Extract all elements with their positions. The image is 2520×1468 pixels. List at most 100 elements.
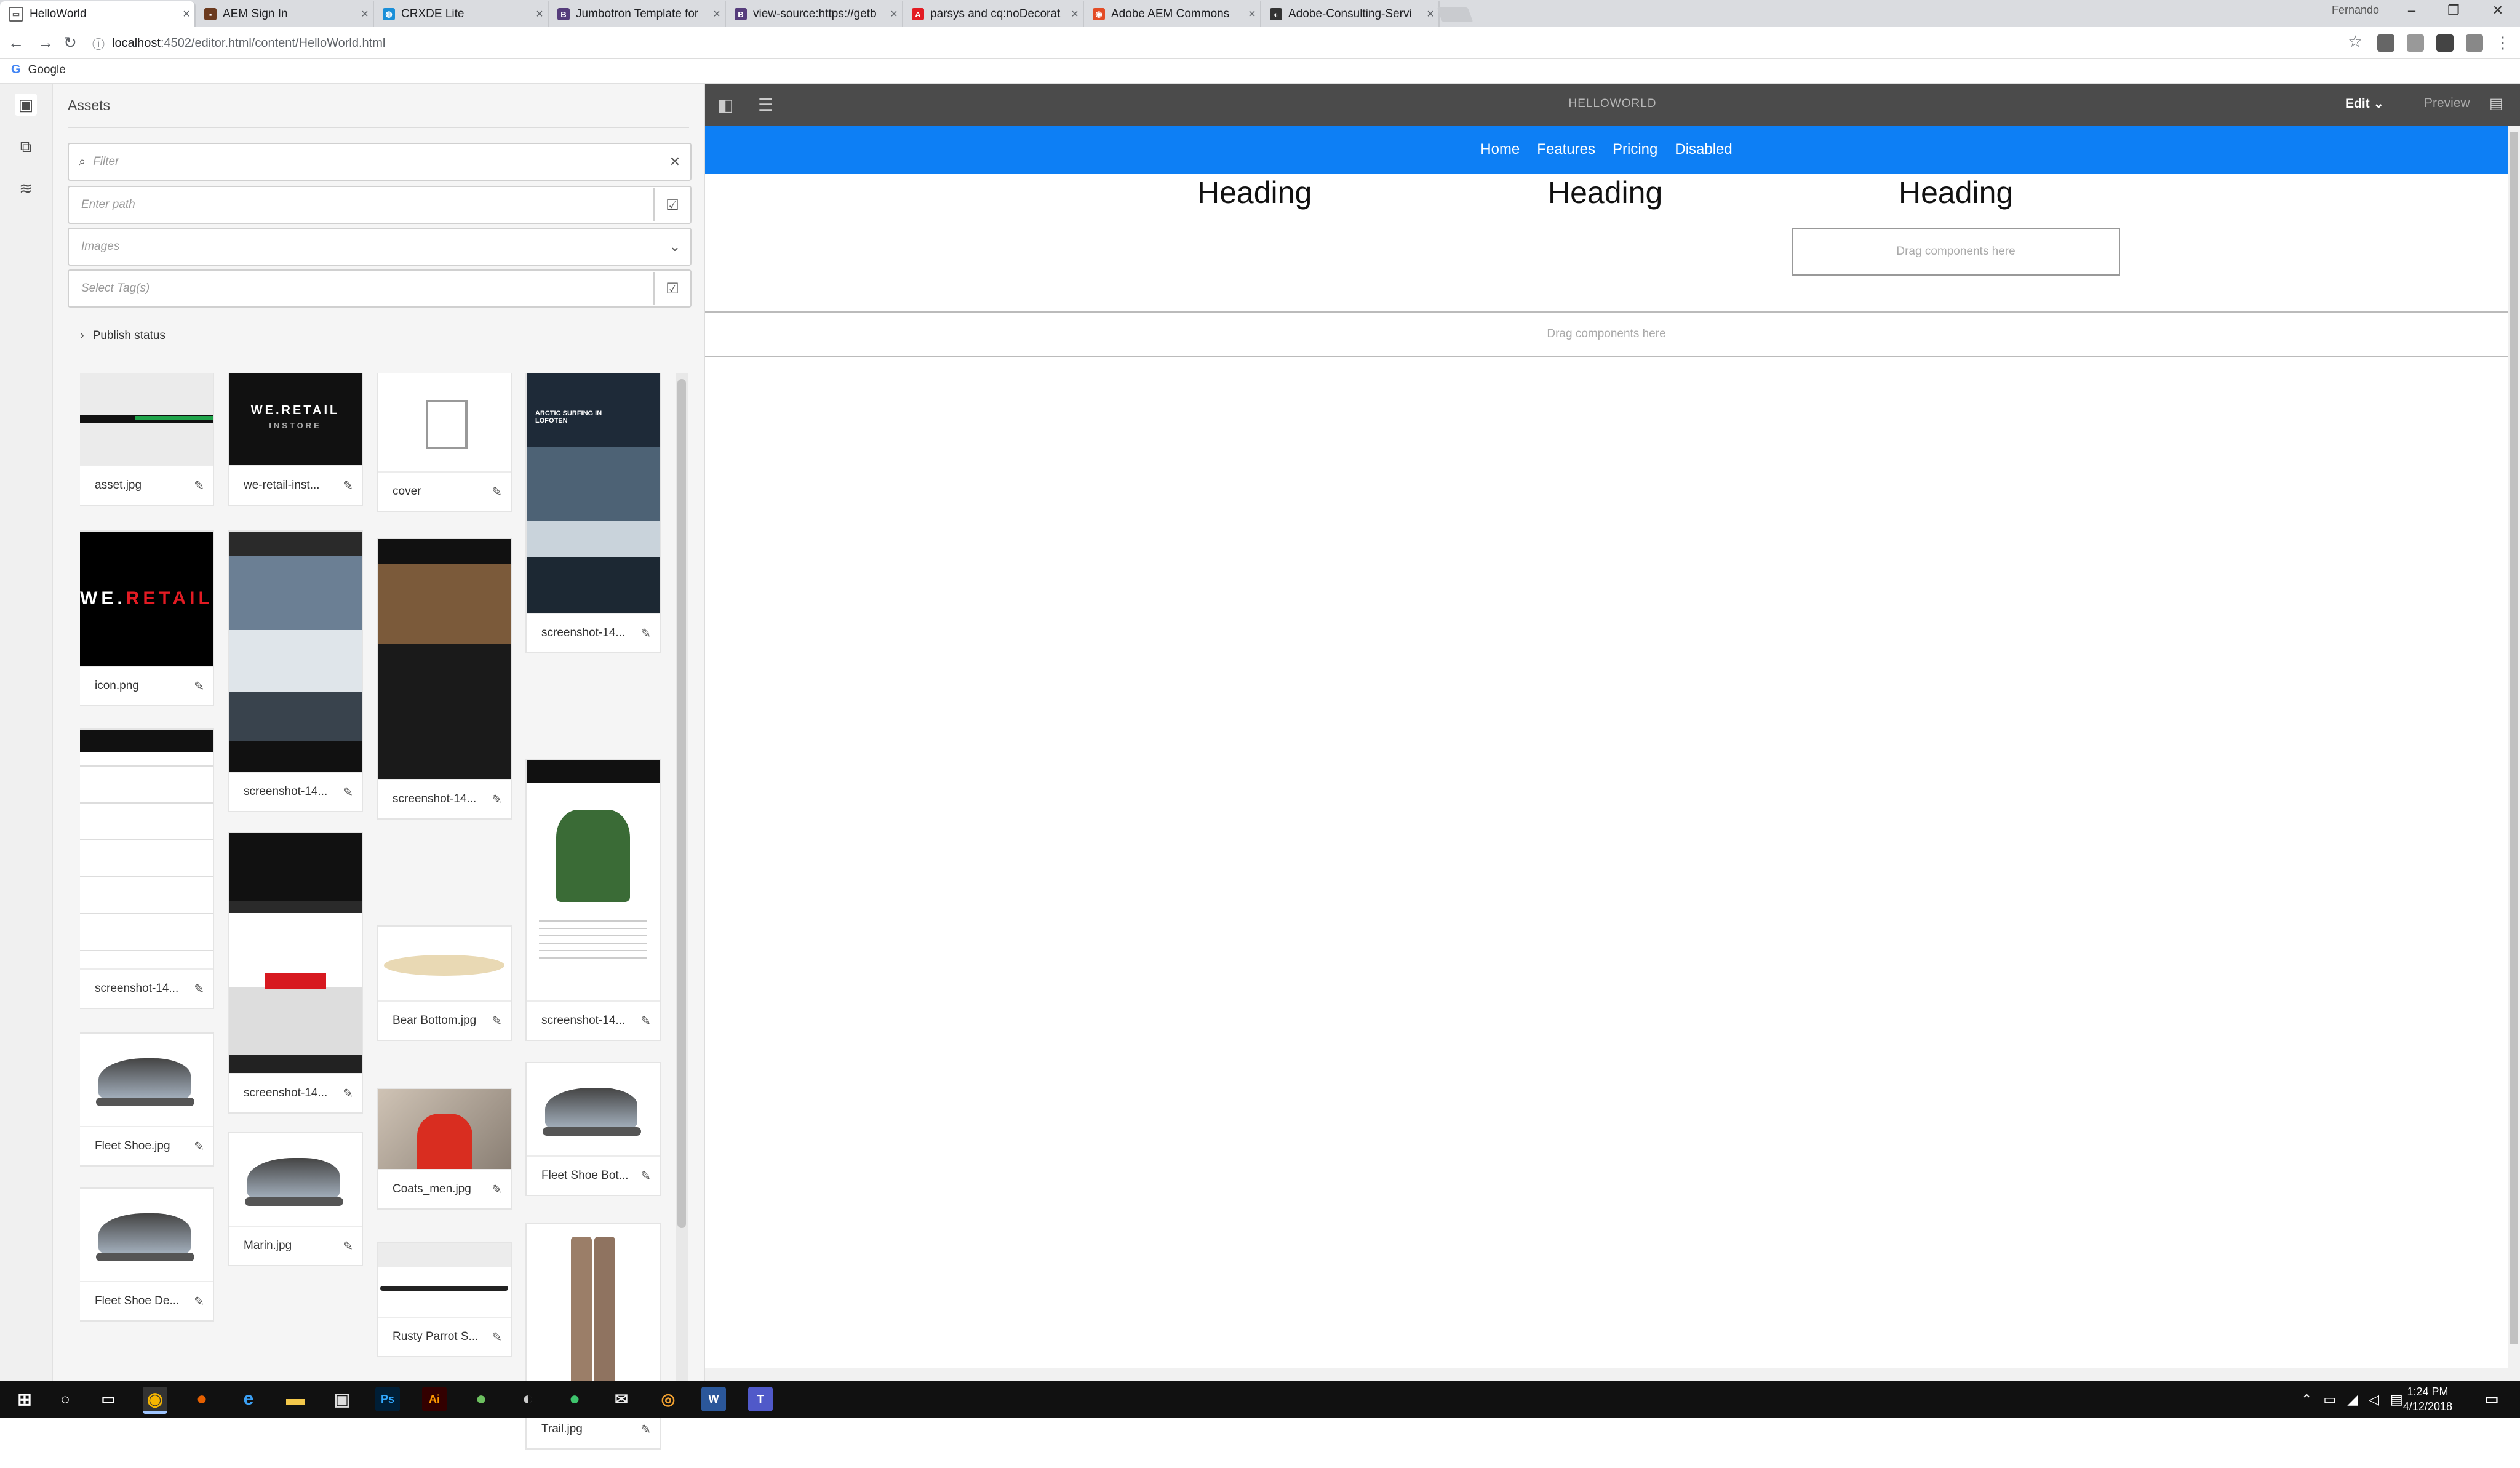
asset-card[interactable]: screenshot-14... ✎ [527, 760, 660, 1040]
close-window-icon[interactable]: ✕ [2479, 2, 2516, 18]
annotate-icon[interactable]: ▤ [2489, 95, 2503, 113]
edit-icon[interactable]: ✎ [632, 626, 651, 641]
profile-name[interactable]: Fernando [2332, 4, 2379, 17]
edge-icon[interactable]: e [236, 1387, 261, 1411]
photoshop-icon[interactable]: Ps [375, 1387, 400, 1411]
tab[interactable]: ◉ Adobe AEM Commons × [1084, 1, 1261, 27]
edit-icon[interactable]: ✎ [484, 484, 502, 500]
edit-icon[interactable]: ✎ [186, 478, 204, 493]
close-tab-icon[interactable]: × [1067, 7, 1083, 22]
filter-field[interactable]: ⌕ Filter ✕ [68, 143, 692, 181]
tab[interactable]: B Jumbotron Template for × [549, 1, 726, 27]
mail-icon[interactable]: ✉ [609, 1387, 634, 1411]
extension-icon[interactable] [2466, 34, 2483, 52]
mode-select[interactable]: Edit ⌄ [2345, 96, 2384, 111]
edit-icon[interactable]: ✎ [632, 1422, 651, 1437]
filter-input[interactable]: Filter [86, 155, 660, 169]
asset-card[interactable]: WE.RETAIL icon.png ✎ [80, 532, 213, 705]
assets-icon[interactable]: ▣ [15, 94, 37, 116]
windows-start-icon[interactable]: ⊞ [12, 1387, 37, 1411]
nav-features[interactable]: Features [1537, 141, 1595, 158]
page-hscrollbar[interactable] [705, 1368, 2520, 1381]
chevron-down-icon[interactable]: ⌄ [660, 239, 690, 255]
components-icon[interactable]: ⧉ [15, 135, 37, 158]
asset-card[interactable]: cover ✎ [378, 373, 511, 511]
edit-icon[interactable]: ✎ [484, 1182, 502, 1197]
asset-card[interactable]: screenshot-14... ✎ [229, 532, 362, 811]
address-bar[interactable]: ⓘ localhost:4502/editor.html/content/Hel… [92, 31, 2356, 55]
asset-card[interactable]: Rusty Parrot S... ✎ [378, 1243, 511, 1356]
asset-card[interactable]: WE.RETAIL INSTORE we-retail-inst... ✎ [229, 373, 362, 505]
info-icon[interactable]: ⓘ [92, 34, 105, 52]
store-icon[interactable]: ▣ [330, 1387, 354, 1411]
star-icon[interactable]: ☆ [2344, 32, 2366, 51]
content-tree-icon[interactable]: ≋ [15, 177, 37, 199]
page-scrollbar[interactable] [2508, 126, 2520, 1368]
tags-field[interactable]: Select Tag(s) ☑ [68, 269, 692, 308]
chrome-icon[interactable]: ◉ [143, 1387, 167, 1414]
extension-icon[interactable] [2407, 34, 2424, 52]
asset-card[interactable]: Marin.jpg ✎ [229, 1133, 362, 1265]
tab[interactable]: ▭ HelloWorld × [0, 1, 196, 27]
nav-disabled[interactable]: Disabled [1675, 141, 1732, 158]
edit-icon[interactable]: ✎ [186, 679, 204, 694]
edit-icon[interactable]: ✎ [632, 1168, 651, 1184]
extension-icon[interactable] [2436, 34, 2454, 52]
asset-card[interactable]: Fleet Shoe De... ✎ [80, 1189, 213, 1320]
edit-icon[interactable]: ✎ [484, 1013, 502, 1029]
path-input[interactable]: Enter path [69, 198, 653, 212]
asset-card[interactable]: screenshot-14... ✎ [80, 730, 213, 1008]
extension-icon[interactable] [2377, 34, 2394, 52]
nav-home[interactable]: Home [1480, 141, 1520, 158]
edit-icon[interactable]: ✎ [186, 1139, 204, 1154]
file-explorer-icon[interactable]: ▬ [283, 1387, 308, 1411]
edit-icon[interactable]: ✎ [484, 1330, 502, 1345]
app-icon[interactable]: ◎ [656, 1387, 680, 1411]
panel-scrollbar[interactable] [676, 373, 688, 1382]
clock[interactable]: 1:24 PM 4/12/2018 [2403, 1384, 2452, 1414]
publish-status-toggle[interactable]: › Publish status [80, 329, 165, 343]
edit-icon[interactable]: ✎ [335, 1239, 353, 1254]
notifications-icon[interactable]: ▭ [2479, 1387, 2504, 1411]
edit-icon[interactable]: ✎ [632, 1013, 651, 1029]
edit-icon[interactable]: ✎ [335, 784, 353, 800]
edit-icon[interactable]: ✎ [484, 792, 502, 807]
path-field[interactable]: Enter path ☑ [68, 186, 692, 224]
asset-card[interactable]: Coats_men.jpg ✎ [378, 1089, 511, 1208]
illustrator-icon[interactable]: Ai [422, 1387, 447, 1411]
teams-icon[interactable]: T [748, 1387, 773, 1411]
task-view-icon[interactable]: ▭ [96, 1387, 121, 1411]
close-tab-icon[interactable]: × [532, 7, 548, 22]
edit-icon[interactable]: ✎ [335, 478, 353, 493]
github-icon[interactable]: ◐ [516, 1387, 540, 1411]
close-tab-icon[interactable]: × [886, 7, 902, 22]
search-icon[interactable]: ○ [53, 1387, 78, 1411]
restore-icon[interactable]: ❐ [2435, 2, 2472, 18]
app-icon[interactable]: ● [562, 1387, 587, 1411]
drop-zone[interactable]: Drag components here [1792, 228, 2120, 276]
clear-icon[interactable]: ✕ [660, 154, 690, 170]
close-tab-icon[interactable]: × [1244, 7, 1260, 22]
tags-browse-icon[interactable]: ☑ [653, 272, 690, 305]
firefox-icon[interactable]: ● [189, 1387, 214, 1411]
app-icon[interactable]: ● [469, 1387, 493, 1411]
heading-1[interactable]: Heading [1197, 175, 1312, 210]
edit-icon[interactable]: ✎ [335, 1086, 353, 1101]
heading-3[interactable]: Heading [1899, 175, 2013, 210]
forward-icon[interactable]: → [34, 33, 57, 52]
close-tab-icon[interactable]: × [1422, 7, 1438, 22]
nav-pricing[interactable]: Pricing [1613, 141, 1657, 158]
tab[interactable]: ▪ AEM Sign In × [196, 1, 374, 27]
close-tab-icon[interactable]: × [178, 7, 194, 22]
tab[interactable]: ◐ Adobe-Consulting-Servi × [1261, 1, 1440, 27]
tags-input[interactable]: Select Tag(s) [69, 282, 653, 295]
tab[interactable]: Bview-source:https://getb × [726, 1, 903, 27]
edit-icon[interactable]: ✎ [186, 981, 204, 997]
minimize-icon[interactable]: – [2393, 2, 2430, 18]
reload-icon[interactable]: ↻ [59, 33, 81, 52]
edit-icon[interactable]: ✎ [186, 1294, 204, 1309]
menu-icon[interactable]: ⋮ [2492, 33, 2514, 52]
tab[interactable]: Aparsys and cq:noDecorat × [903, 1, 1084, 27]
type-select[interactable]: Images ⌄ [68, 228, 692, 266]
asset-card[interactable]: Fleet Shoe.jpg ✎ [80, 1034, 213, 1165]
